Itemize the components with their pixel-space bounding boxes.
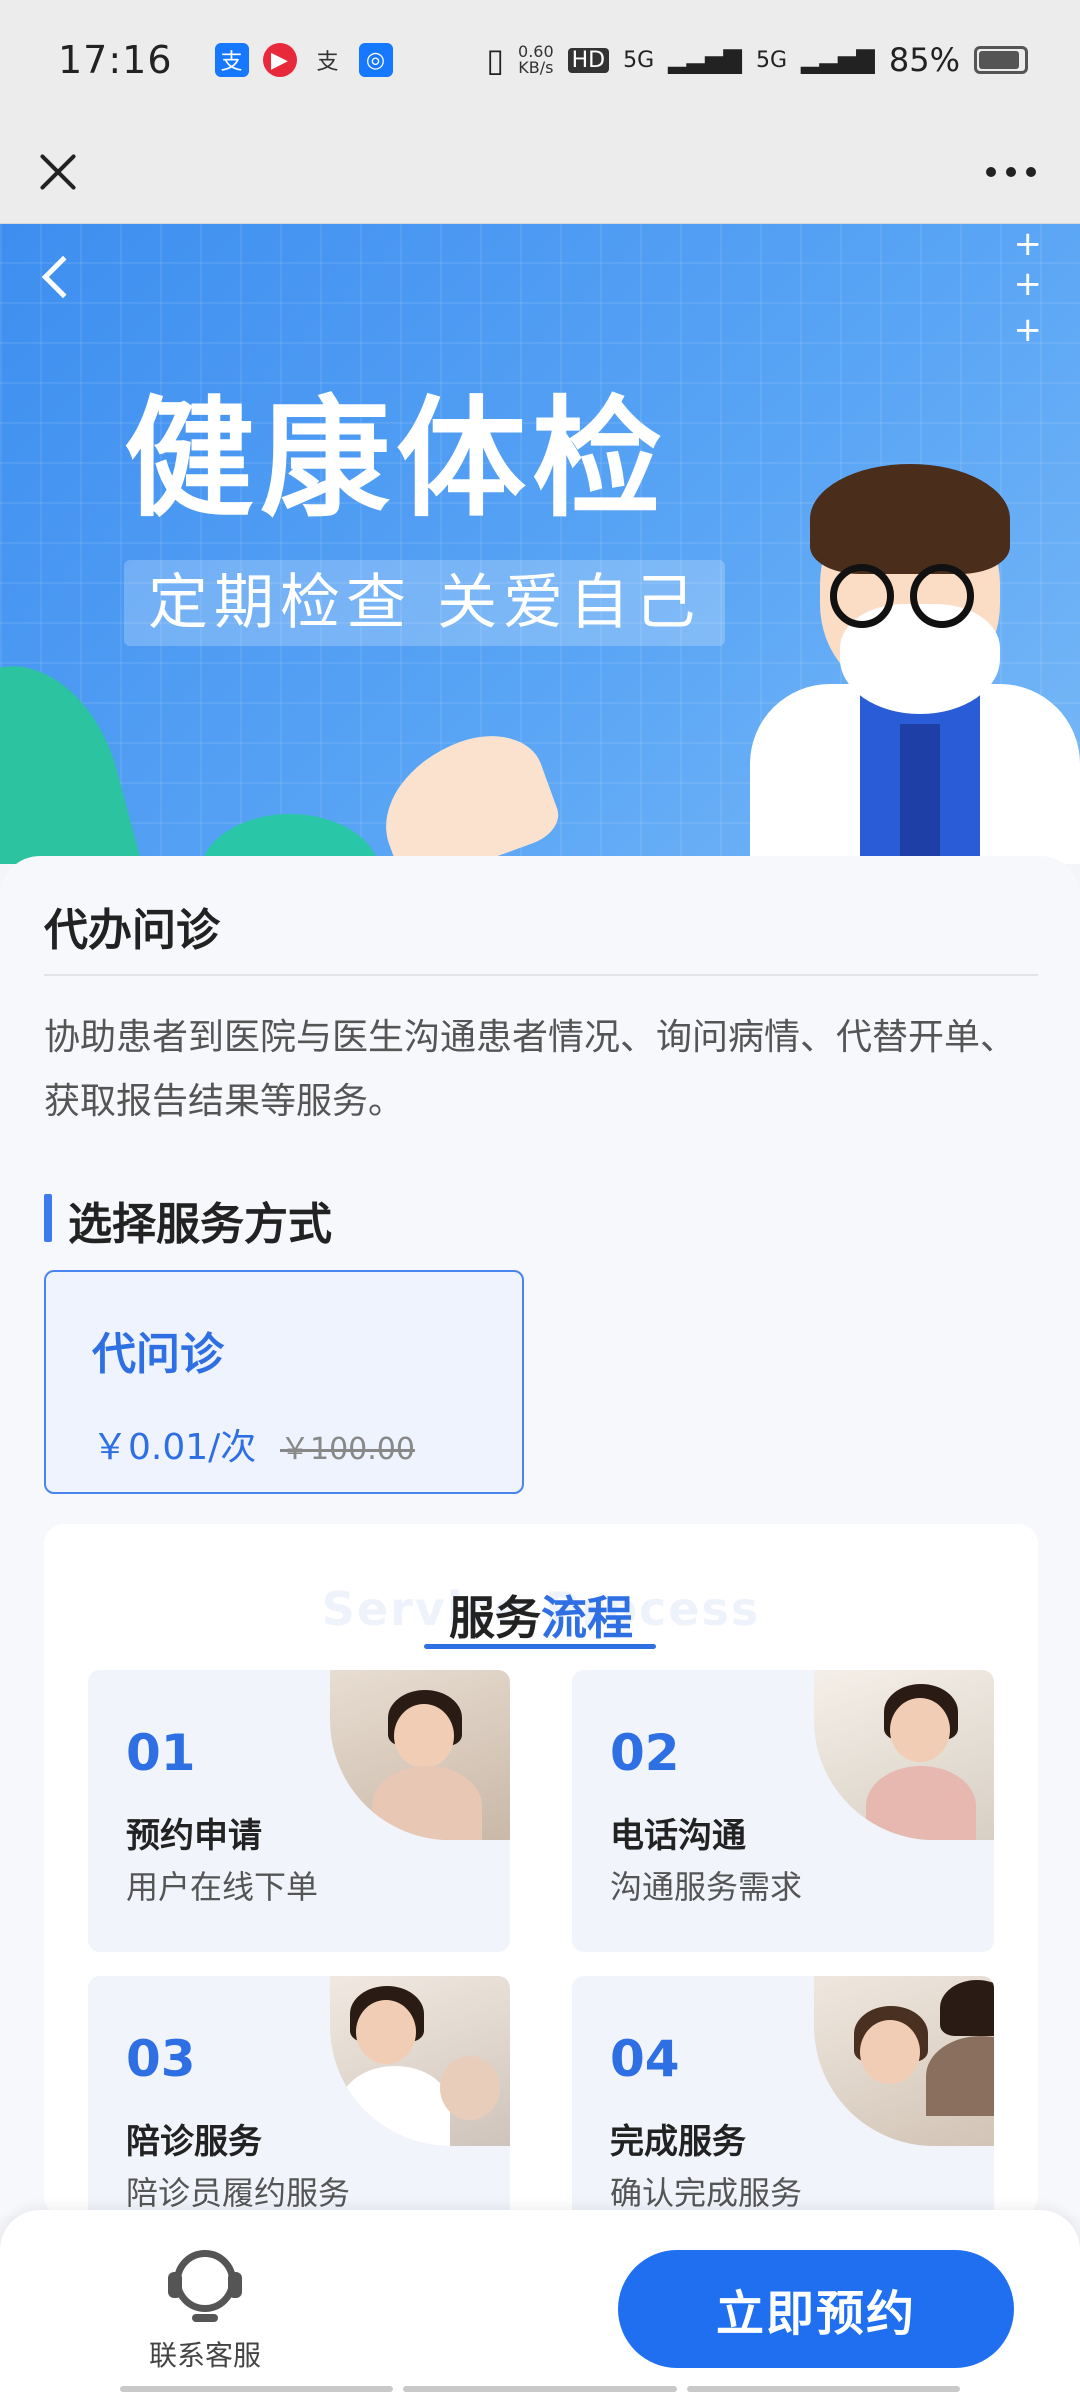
- status-app-icons: 支 ▶ 支 ◎: [214, 43, 393, 77]
- plus-decor-3: +: [1013, 310, 1043, 350]
- option-original-price: ￥100.00: [280, 1432, 415, 1467]
- back-arrow-icon[interactable]: [41, 255, 85, 299]
- step-number: 03: [126, 2030, 196, 2088]
- section-accent-bar: [44, 1194, 52, 1242]
- signal-1: 5G: [623, 47, 655, 73]
- battery-percent: 85%: [888, 41, 960, 79]
- flow-step-1: 01 预约申请 用户在线下单: [88, 1670, 510, 1952]
- option-price: ￥0.01/次: [92, 1427, 257, 1468]
- option-name: 代问诊: [92, 1329, 224, 1380]
- divider: [44, 974, 1038, 976]
- service-description: 协助患者到医院与医生沟通患者情况、询问病情、代替开单、获取报告结果等服务。: [44, 1017, 1017, 1122]
- status-indicators: ▯ 0.60 KB/s HD 5G ▂▃▅▇ 5G ▂▃▅▇ 85%: [486, 41, 1028, 79]
- signal-bars-icon-2: ▂▃▅▇: [801, 46, 875, 74]
- section-title: 选择服务方式: [68, 1199, 332, 1250]
- step-photo-1: [330, 1670, 510, 1840]
- flow-heading-part2: 流程: [541, 1591, 633, 1645]
- service-card: 代办问诊 协助患者到医院与医生沟通患者情况、询问病情、代替开单、获取报告结果等服…: [0, 856, 1080, 2258]
- step-number: 01: [126, 1724, 196, 1782]
- hand-illustration: [364, 718, 566, 864]
- customer-service-label: 联系客服: [148, 2339, 261, 2372]
- book-now-button[interactable]: 立即预约: [618, 2250, 1014, 2368]
- net-speed-unit: KB/s: [518, 58, 554, 77]
- step-photo-3: [330, 1976, 510, 2146]
- step-name: 陪诊服务: [126, 2122, 262, 2162]
- service-flow-panel: Service Process 服务流程 01 预约申请 用户在线下单 02 电…: [44, 1524, 1038, 2258]
- gesture-bar: [120, 2386, 960, 2392]
- service-option-card[interactable]: 代问诊 ￥0.01/次 ￥100.00: [44, 1270, 524, 1494]
- step-photo-4: [814, 1976, 994, 2146]
- step-number: 02: [610, 1724, 680, 1782]
- health-banner: + + + 健康体检 定期检查 关爱自己: [0, 224, 1080, 864]
- status-time: 17:16: [58, 38, 173, 82]
- flow-underline: [424, 1644, 656, 1649]
- video-icon: ▶: [262, 43, 297, 77]
- step-name: 电话沟通: [610, 1816, 746, 1856]
- flow-heading-part1: 服务: [449, 1591, 541, 1645]
- plus-decor-1: +: [1013, 224, 1043, 264]
- status-bar: 17:16 支 ▶ 支 ◎ ▯ 0.60 KB/s HD 5G ▂▃▅▇ 5G …: [0, 0, 1080, 120]
- plus-decor-2: +: [1013, 264, 1043, 304]
- more-icon[interactable]: [986, 166, 1036, 177]
- step-desc: 确认完成服务: [610, 2174, 803, 2212]
- signal-2: 5G: [756, 47, 788, 73]
- step-desc: 用户在线下单: [126, 1868, 319, 1906]
- banner-subtitle: 定期检查 关爱自己: [124, 560, 726, 646]
- vibrate-icon: ▯: [486, 41, 505, 79]
- shield-icon: ◎: [358, 43, 393, 77]
- doctor-illustration: [750, 424, 1080, 864]
- flow-heading: 服务流程: [44, 1582, 1038, 1648]
- banner-title: 健康体检: [124, 383, 669, 535]
- service-title: 代办问诊: [44, 905, 220, 956]
- leaf-decor: [0, 645, 151, 864]
- alipay-outline-icon: 支: [316, 50, 339, 75]
- step-photo-2: [814, 1670, 994, 1840]
- hd-badge: HD: [567, 47, 610, 73]
- step-desc: 沟通服务需求: [610, 1868, 803, 1906]
- battery-icon: [974, 46, 1028, 74]
- top-nav: [0, 120, 1080, 224]
- signal-bars-icon: ▂▃▅▇: [668, 46, 742, 74]
- step-number: 04: [610, 2030, 680, 2088]
- customer-service-button[interactable]: 联系客服: [140, 2244, 270, 2374]
- flow-step-2: 02 电话沟通 沟通服务需求: [572, 1670, 994, 1952]
- bottom-action-bar: 联系客服 立即预约: [0, 2210, 1080, 2400]
- headset-icon: [168, 2244, 242, 2322]
- step-desc: 陪诊员履约服务: [126, 2174, 351, 2212]
- step-name: 预约申请: [126, 1816, 262, 1856]
- net-speed: 0.60 KB/s: [518, 44, 554, 76]
- step-name: 完成服务: [610, 2122, 746, 2162]
- alipay-icon: 支: [214, 43, 249, 77]
- close-icon[interactable]: [34, 148, 82, 196]
